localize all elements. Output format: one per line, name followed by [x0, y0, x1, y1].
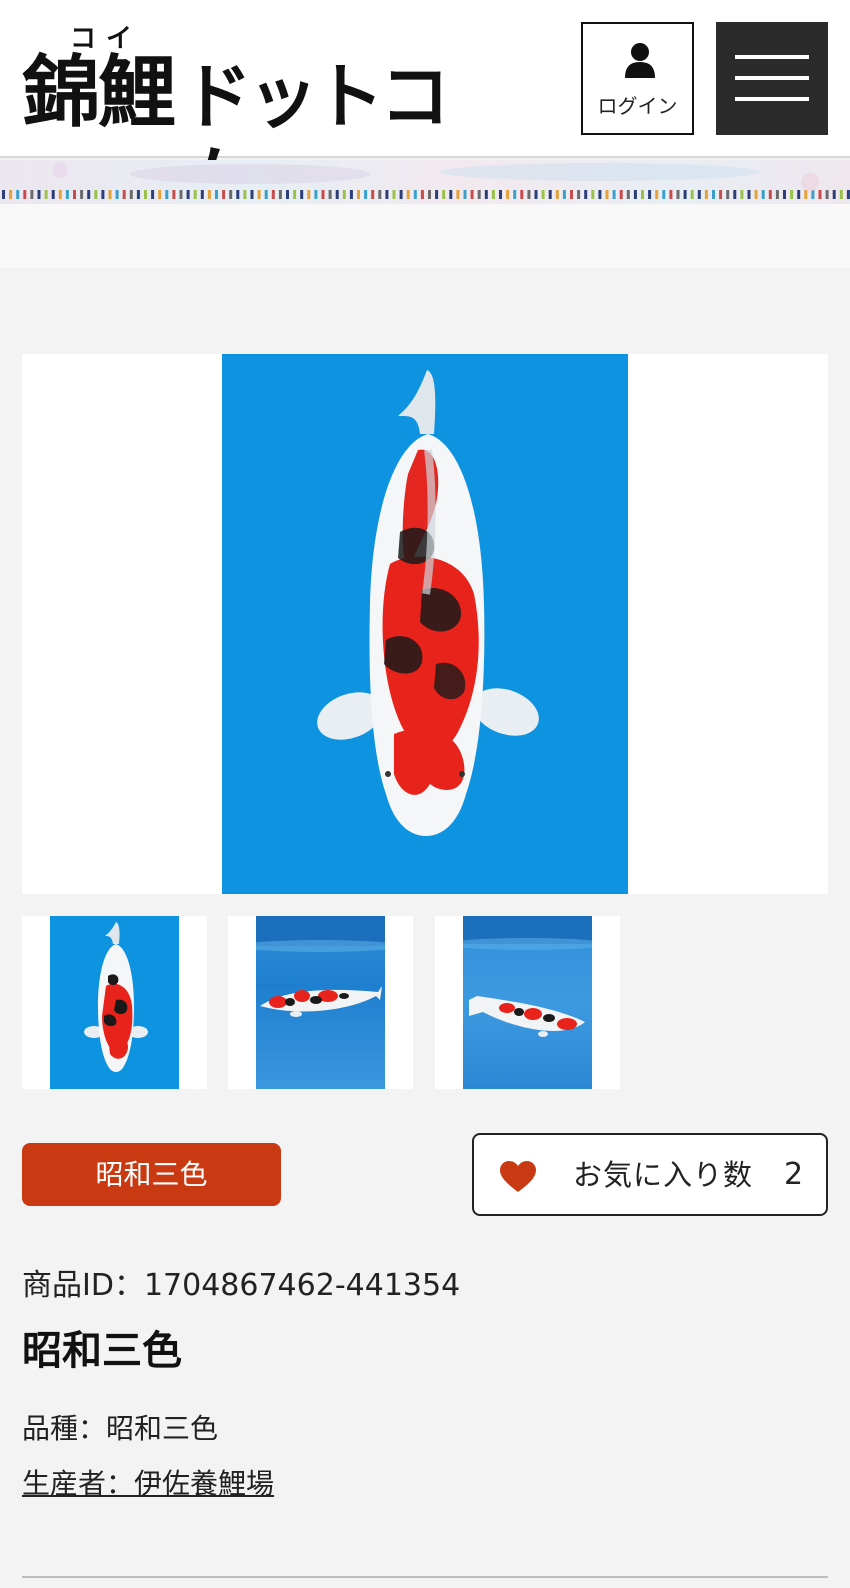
logo-kanji-text: 錦鯉 — [22, 47, 176, 138]
variety-info: 品種：昭和三色 — [22, 1412, 219, 1445]
favorites-count: 2 — [784, 1157, 804, 1192]
thumbnail-image — [463, 916, 592, 1089]
variety-tag-button[interactable]: 昭和三色 — [22, 1143, 281, 1206]
product-id: 商品ID：1704867462-441354 — [22, 1268, 461, 1303]
heart-icon — [500, 1161, 536, 1192]
product-title: 昭和三色 — [22, 1328, 182, 1374]
thumbnail-image — [50, 916, 179, 1089]
site-logo[interactable]: コイ 錦鯉 ドットコム — [22, 18, 492, 220]
breeder-link[interactable]: 生産者：伊佐養鯉場 — [22, 1464, 274, 1504]
thumbnail-3[interactable] — [435, 916, 620, 1089]
spacer-band — [0, 204, 850, 268]
thumbnail-2[interactable] — [228, 916, 413, 1089]
hamburger-menu-icon — [735, 55, 809, 59]
login-label: ログイン — [597, 94, 678, 118]
main-koi-image[interactable] — [222, 354, 628, 894]
decorative-pattern — [2, 162, 850, 199]
hamburger-menu-bar — [735, 97, 809, 101]
section-divider — [22, 1576, 828, 1578]
thumbnail-1[interactable] — [22, 916, 207, 1089]
decorative-banner — [0, 160, 850, 204]
login-button[interactable]: ログイン — [581, 22, 694, 135]
user-icon — [625, 43, 655, 78]
koi-illustration — [317, 370, 539, 836]
thumbnail-image — [256, 916, 385, 1089]
site-header: コイ 錦鯉 ドットコム ログイン — [0, 0, 850, 220]
hamburger-menu-button[interactable] — [716, 22, 828, 135]
favorites-label: お気に入り数 — [573, 1158, 754, 1192]
hamburger-menu-bar — [735, 76, 809, 80]
favorite-button[interactable]: お気に入り数 2 — [472, 1133, 828, 1216]
main-image-frame — [22, 354, 828, 894]
